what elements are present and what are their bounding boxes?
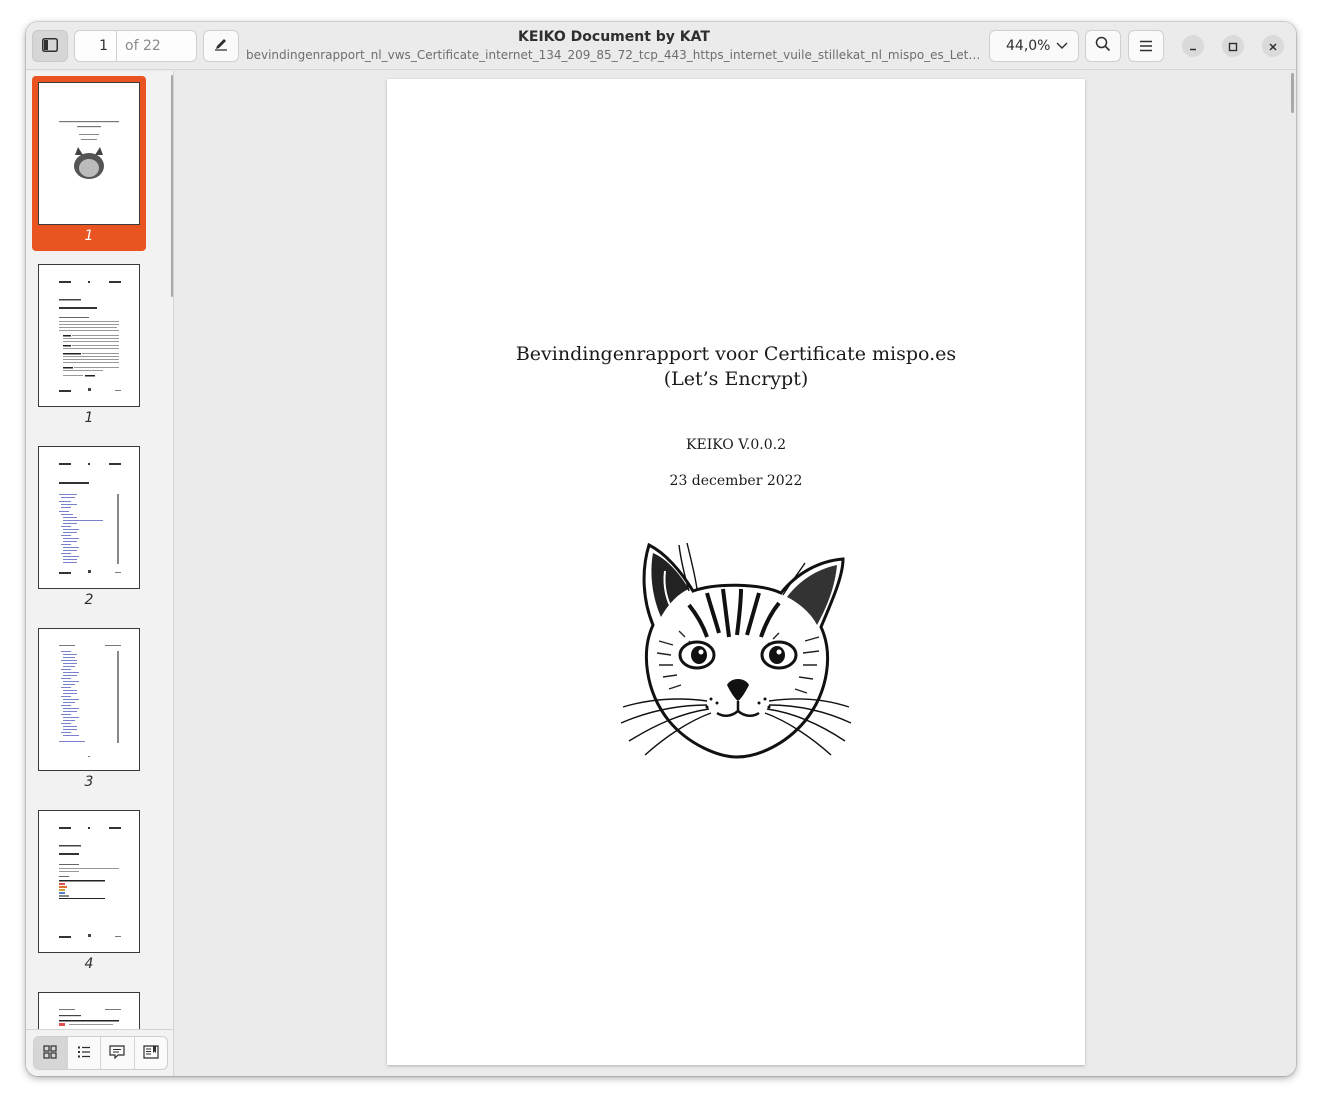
document-page: Bevindingenrapport voor Certificate misp… bbox=[387, 79, 1085, 1065]
header-bar: 1 of 22 KEIKO Document by KAT bevindinge… bbox=[26, 22, 1296, 70]
thumbnail-item[interactable]: 2 bbox=[32, 440, 146, 615]
thumbnail-list[interactable]: 1 1 2 3 4 bbox=[26, 71, 173, 1029]
pencil-icon bbox=[213, 36, 229, 56]
thumbnail-item[interactable]: 1 bbox=[32, 76, 146, 251]
thumbnail-preview-overview-page bbox=[38, 810, 140, 953]
cat-logo-image bbox=[619, 541, 853, 761]
page-count-label: of 22 bbox=[125, 38, 161, 54]
thumbnail-item[interactable]: 4 bbox=[32, 804, 146, 979]
document-scrollbar[interactable] bbox=[1291, 73, 1294, 113]
sidebar-icon bbox=[42, 37, 58, 56]
minimize-icon bbox=[1188, 37, 1198, 56]
thumbnail-preview-toc-continued-page bbox=[38, 628, 140, 771]
thumbnail-preview-title-page bbox=[38, 82, 140, 225]
thumbnail-preview-chapter-page bbox=[38, 264, 140, 407]
outline-view-button[interactable] bbox=[68, 1037, 101, 1069]
sidebar-scrollbar[interactable] bbox=[171, 75, 173, 297]
close-button[interactable] bbox=[1262, 35, 1284, 57]
document-view[interactable]: Bevindingenrapport voor Certificate misp… bbox=[175, 71, 1296, 1076]
current-page-input[interactable]: 1 bbox=[75, 31, 117, 61]
thumbnail-item[interactable] bbox=[32, 986, 146, 1029]
thumbnails-view-button[interactable] bbox=[34, 1037, 68, 1069]
minimize-button[interactable] bbox=[1182, 35, 1204, 57]
search-icon bbox=[1095, 36, 1111, 56]
window-title-block: KEIKO Document by KAT bevindingenrapport… bbox=[246, 29, 982, 63]
thumbnail-preview-partial-page bbox=[38, 992, 140, 1029]
comment-icon bbox=[109, 1044, 125, 1063]
chevron-down-icon bbox=[1056, 38, 1068, 54]
document-date: 23 december 2022 bbox=[669, 473, 803, 489]
thumbnail-label: 1 bbox=[84, 410, 94, 426]
grid-icon bbox=[43, 1044, 57, 1063]
search-button[interactable] bbox=[1085, 30, 1121, 62]
thumbnail-preview-toc-page bbox=[38, 446, 140, 589]
close-icon bbox=[1268, 37, 1278, 56]
main-menu-button[interactable] bbox=[1128, 30, 1164, 62]
annotations-view-button[interactable] bbox=[101, 1037, 135, 1069]
page-number-entry[interactable]: 1 of 22 bbox=[74, 30, 197, 62]
annotate-button[interactable] bbox=[203, 30, 239, 62]
thumbnail-item[interactable]: 1 bbox=[32, 258, 146, 433]
thumbnail-label: 2 bbox=[84, 592, 94, 608]
zoom-level: 44,0% bbox=[1006, 38, 1051, 54]
thumbnail-label: 3 bbox=[84, 774, 94, 790]
thumbnail-item[interactable]: 3 bbox=[32, 622, 146, 797]
thumbnail-label: 1 bbox=[84, 228, 94, 244]
maximize-button[interactable] bbox=[1222, 35, 1244, 57]
hamburger-menu-icon bbox=[1139, 37, 1153, 56]
thumbnail-label: 4 bbox=[84, 956, 94, 972]
bookmark-icon bbox=[143, 1044, 159, 1063]
app-window: 1 of 22 KEIKO Document by KAT bevindinge… bbox=[26, 22, 1296, 1076]
sidebar-toggle-button[interactable] bbox=[32, 30, 68, 62]
window-title: KEIKO Document by KAT bbox=[518, 29, 710, 45]
bookmarks-view-button[interactable] bbox=[135, 1037, 168, 1069]
sidebar-mode-buttons bbox=[33, 1036, 168, 1070]
document-filename: bevindingenrapport_nl_vws_Certificate_in… bbox=[246, 48, 982, 62]
document-title: Bevindingenrapport voor Certificate misp… bbox=[515, 343, 957, 390]
sidebar-view-switcher bbox=[26, 1029, 173, 1076]
thumbnail-sidebar: 1 1 2 3 4 bbox=[26, 71, 174, 1076]
zoom-dropdown[interactable]: 44,0% bbox=[989, 30, 1079, 62]
list-icon bbox=[77, 1044, 91, 1063]
maximize-icon bbox=[1228, 37, 1238, 56]
document-version: KEIKO V.0.0.2 bbox=[686, 437, 786, 453]
